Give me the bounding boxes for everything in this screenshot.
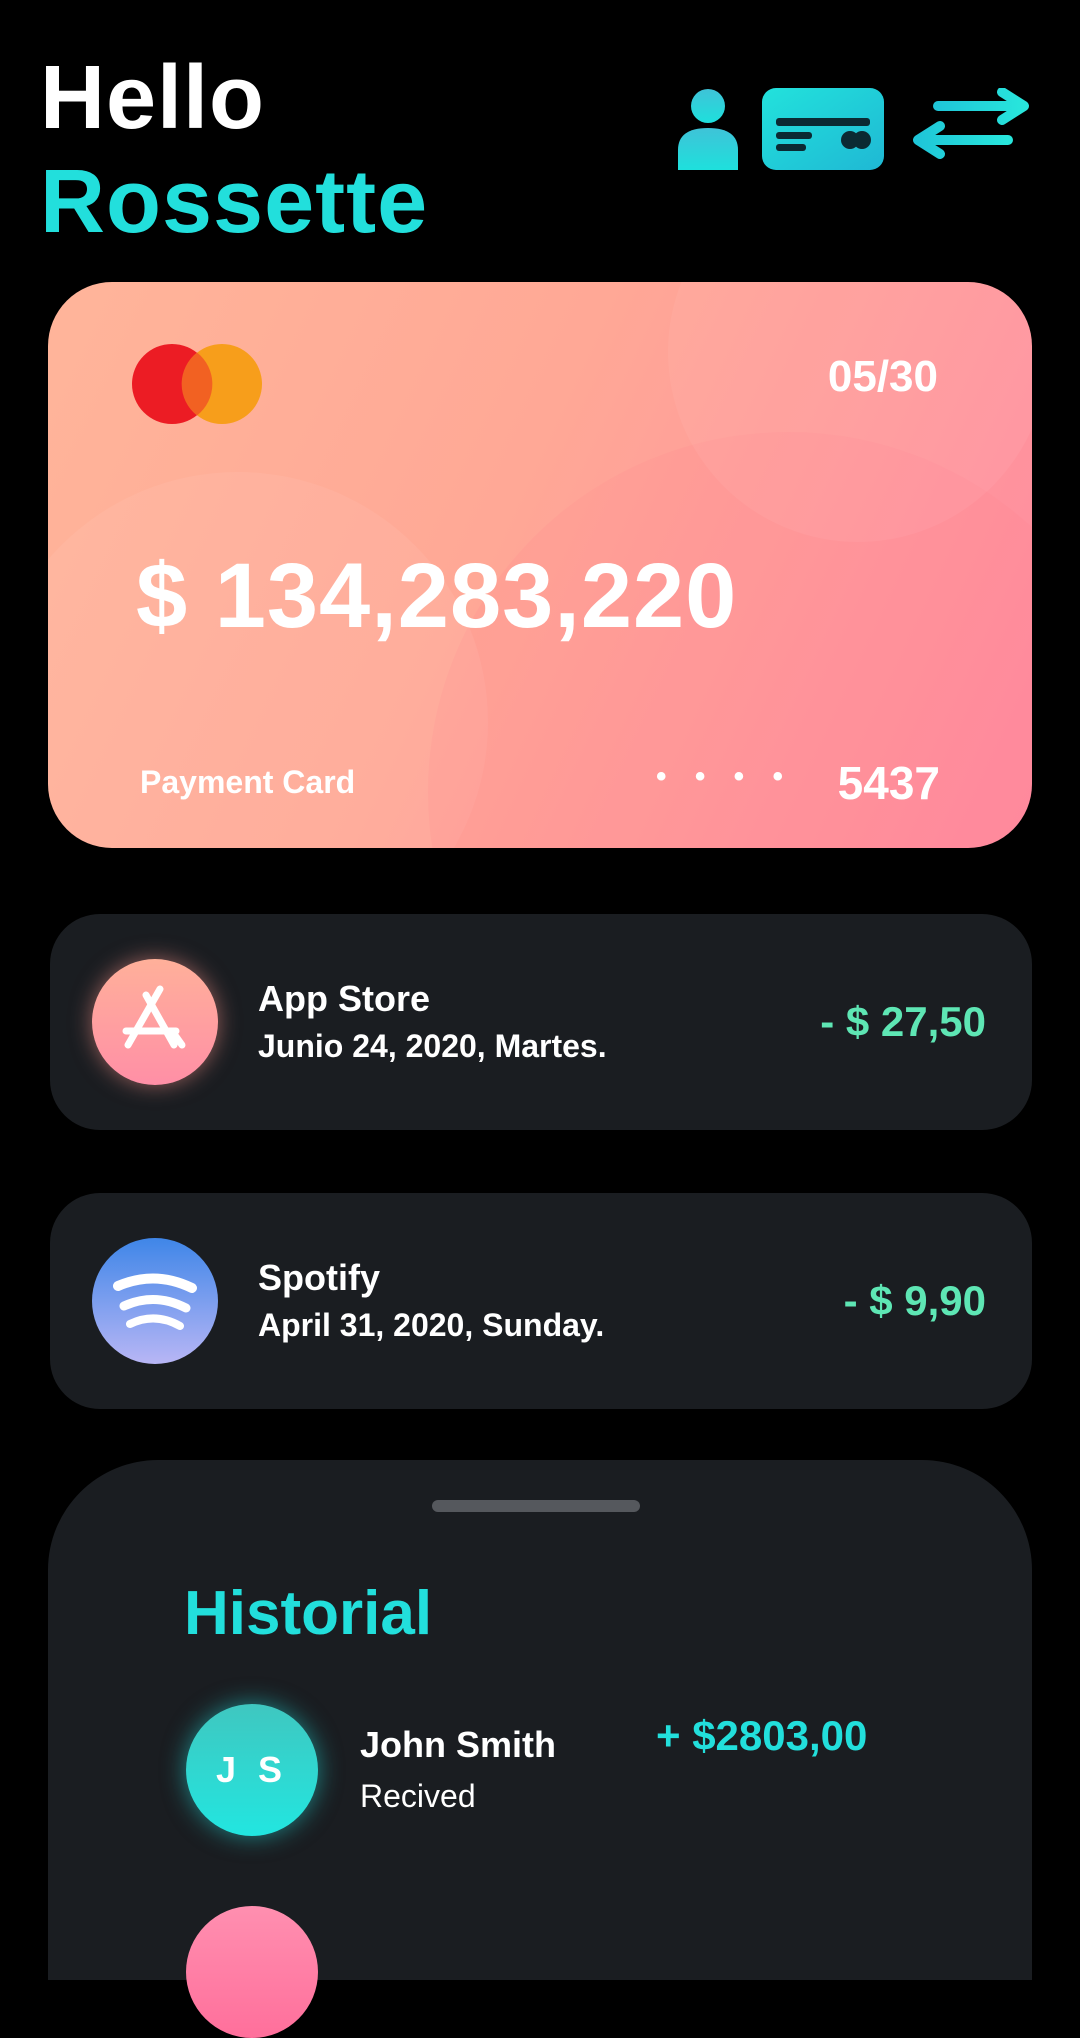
history-title: Historial [184,1579,433,1648]
transfer-icon[interactable] [908,88,1034,170]
transaction-row[interactable]: Spotify April 31, 2020, Sunday. - $ 9,90 [50,1193,1032,1409]
card-label: Payment Card [140,764,356,800]
app-store-icon [92,959,218,1085]
payment-card[interactable]: 05/30 $ 134,283,220 Payment Card • • • •… [48,282,1032,848]
transaction-date: Junio 24, 2020, Martes. [258,1028,607,1064]
history-sheet[interactable]: Historial J S John Smith Recived + $2803… [48,1460,1032,2038]
transaction-status: Recived [360,1778,476,1814]
spotify-icon [92,1238,218,1364]
transaction-amount: - $ 9,90 [843,1277,986,1324]
card-expiry: 05/30 [827,352,938,401]
transaction-title: Spotify [258,1257,380,1298]
card-balance: $ 134,283,220 [136,545,738,647]
card-masked-digits: • • • • [656,760,794,793]
transaction-amount: - $ 27,50 [820,998,986,1045]
transaction-row[interactable]: App Store Junio 24, 2020, Martes. - $ 27… [50,914,1032,1130]
contact-avatar: J S [186,1704,318,1836]
history-amount: + $2803,00 [656,1712,868,1759]
card-icon[interactable] [762,88,884,170]
contact-avatar [186,1906,318,2038]
greeting-text: Hello [40,48,266,148]
card-last-digits: 5437 [837,757,940,809]
transaction-date: April 31, 2020, Sunday. [258,1307,605,1343]
contact-name: John Smith [360,1724,556,1765]
transaction-title: App Store [258,978,431,1019]
user-name: Rossette [40,152,429,252]
mastercard-logo [132,344,262,424]
sheet-drag-handle[interactable] [432,1500,640,1512]
user-icon[interactable] [676,88,740,170]
